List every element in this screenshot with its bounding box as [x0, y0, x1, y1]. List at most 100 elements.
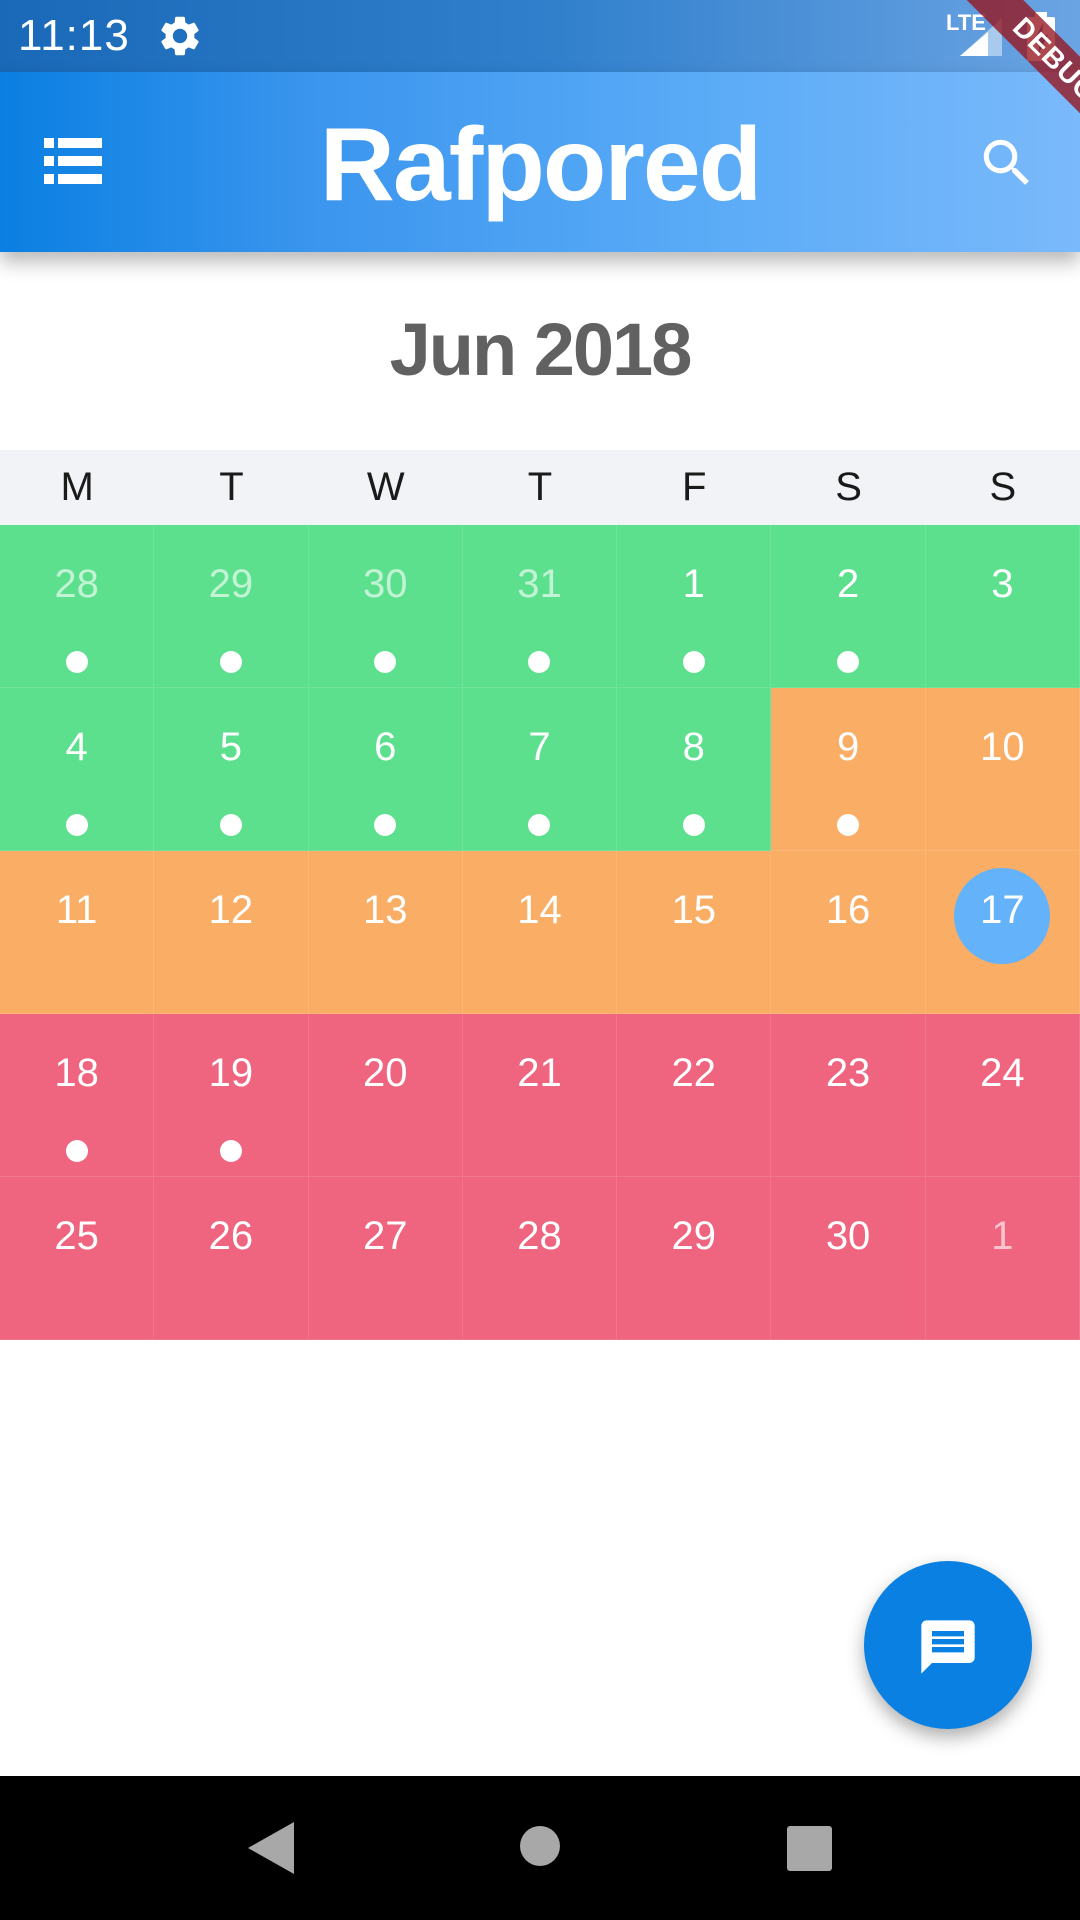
day-number: 19: [208, 1051, 254, 1095]
day-number: 13: [362, 888, 408, 932]
weekday-label: M: [60, 465, 94, 509]
day-number: 31: [517, 562, 562, 606]
day-number: 12: [208, 888, 254, 932]
search-icon[interactable]: [976, 132, 1038, 194]
calendar-day[interactable]: 22: [617, 1014, 772, 1177]
weekday-label: W: [366, 465, 405, 509]
day-number: 28: [54, 562, 99, 606]
calendar-day[interactable]: 12: [154, 851, 309, 1014]
system-nav-bar: [0, 1776, 1080, 1920]
day-number: 3: [991, 562, 1014, 606]
calendar-day[interactable]: 7: [462, 688, 618, 851]
calendar-day[interactable]: 28: [462, 1177, 618, 1340]
calendar-day[interactable]: 10: [925, 688, 1080, 851]
day-number: 26: [208, 1214, 254, 1258]
event-dot: [65, 1140, 88, 1162]
day-number: 7: [528, 725, 551, 769]
settings-icon: [161, 16, 199, 56]
weekday-label: S: [835, 465, 862, 509]
status-bar: 11:13 LTE: [0, 0, 1080, 72]
calendar-day[interactable]: 16: [771, 851, 926, 1014]
status-time: 11:13: [18, 11, 130, 60]
calendar-day[interactable]: 23: [771, 1014, 926, 1177]
day-number: 20: [362, 1051, 408, 1095]
calendar-day[interactable]: 14: [462, 851, 618, 1014]
day-number: 9: [836, 725, 860, 769]
month-title: Jun 2018: [389, 308, 693, 391]
event-dot: [528, 814, 551, 836]
calendar-day[interactable]: 19: [154, 1014, 309, 1177]
day-number: 14: [517, 888, 562, 932]
event-dot: [837, 814, 860, 836]
weekday-label: T: [527, 465, 553, 509]
chat-icon: [921, 1620, 975, 1674]
day-number: 30: [362, 562, 408, 606]
event-dot: [528, 651, 551, 673]
day-number: 29: [671, 1214, 717, 1258]
calendar-day[interactable]: 9: [771, 688, 926, 851]
day-number: 17: [980, 888, 1025, 932]
calendar-day[interactable]: 3: [925, 525, 1080, 688]
day-number: 29: [208, 562, 254, 606]
event-dot: [65, 651, 88, 673]
calendar-day[interactable]: 28: [0, 525, 155, 688]
calendar-day[interactable]: 30: [771, 1177, 926, 1340]
calendar-day[interactable]: 26: [154, 1177, 309, 1340]
day-number: 1: [682, 562, 705, 606]
event-dot: [65, 814, 88, 836]
calendar-day[interactable]: 18: [0, 1014, 155, 1177]
day-number: 23: [825, 1051, 871, 1095]
weekday-label: S: [989, 465, 1017, 509]
calendar-day[interactable]: 4: [0, 688, 155, 851]
weekday-header-row: M T W T F S S: [0, 450, 1080, 525]
day-number: 21: [517, 1051, 562, 1095]
weekday-label: T: [219, 465, 244, 509]
calendar-day[interactable]: 15: [617, 851, 772, 1014]
calendar-day[interactable]: 24: [925, 1014, 1080, 1177]
calendar-day[interactable]: 1: [617, 525, 772, 688]
day-number: 2: [836, 562, 860, 606]
calendar-day[interactable]: 31: [462, 525, 618, 688]
calendar-day[interactable]: 25: [0, 1177, 155, 1340]
day-number: 27: [362, 1214, 408, 1258]
day-number: 6: [374, 725, 397, 769]
day-number: 10: [980, 725, 1025, 769]
calendar-day[interactable]: 29: [617, 1177, 772, 1340]
day-number: 28: [517, 1214, 562, 1258]
weekday-label: F: [682, 465, 707, 509]
day-number: 16: [825, 888, 871, 932]
day-number: 11: [55, 888, 98, 932]
calendar-day-today[interactable]: 17: [925, 851, 1080, 1014]
event-dot: [219, 651, 242, 673]
calendar-day[interactable]: 5: [154, 688, 309, 851]
calendar-day[interactable]: 8: [617, 688, 772, 851]
home-circle-icon[interactable]: [520, 1826, 560, 1866]
event-dot: [219, 1140, 242, 1162]
calendar-day[interactable]: 21: [462, 1014, 618, 1177]
day-number: 4: [65, 725, 88, 769]
calendar-day[interactable]: 30: [308, 525, 463, 688]
event-dot: [837, 651, 860, 673]
day-number: 5: [219, 725, 243, 769]
day-number: 8: [682, 725, 705, 769]
calendar-day[interactable]: 20: [308, 1014, 463, 1177]
calendar-day[interactable]: 11: [0, 851, 155, 1014]
day-number: 25: [54, 1214, 99, 1258]
back-triangle-icon[interactable]: [246, 1820, 296, 1876]
event-dot: [682, 651, 705, 673]
calendar-day[interactable]: 6: [308, 688, 463, 851]
app-title: Rafpored: [319, 107, 762, 223]
calendar-grid: 28 29 30 31 1 2 3 4 5 6 7 8 9 10 11 12 13 14 15 16 17 18 19 20 2…: [0, 525, 1080, 1340]
day-number: 18: [54, 1051, 99, 1095]
chat-fab-button[interactable]: [864, 1561, 1032, 1729]
calendar-day[interactable]: 1: [925, 1177, 1080, 1340]
app-bar: Rafpored: [0, 72, 1080, 252]
calendar-day[interactable]: 29: [154, 525, 309, 688]
calendar-day[interactable]: 2: [771, 525, 926, 688]
day-number: 1: [991, 1214, 1014, 1258]
event-dot: [374, 651, 397, 673]
day-number: 24: [980, 1051, 1025, 1095]
calendar-day[interactable]: 13: [308, 851, 463, 1014]
recents-square-icon[interactable]: [787, 1826, 832, 1871]
calendar-day[interactable]: 27: [308, 1177, 463, 1340]
